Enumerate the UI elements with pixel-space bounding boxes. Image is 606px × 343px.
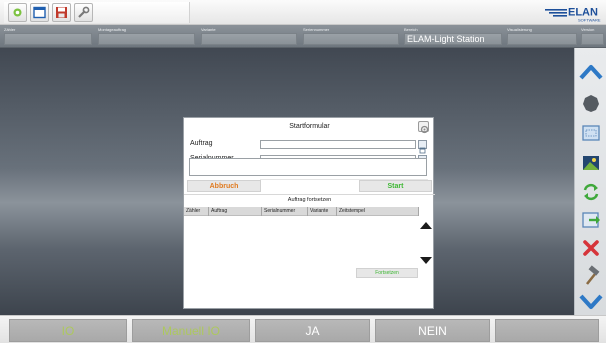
resume-table-header: Zähler Auftrag Serialnummer Variante Zei… [184,207,419,216]
info-field-bereich: Bereich ELAM-Light Station [404,27,502,46]
info-label: Bereich [404,27,418,32]
info-value: ELAM-Light Station [404,33,502,45]
scroll-up-arrow[interactable] [419,219,433,232]
gear-icon[interactable] [418,121,429,134]
screen-layout-icon[interactable] [578,121,604,145]
info-field-variante: Variante [201,27,297,46]
refresh-icon[interactable] [8,3,27,22]
info-label: Zähler [4,27,16,32]
info-value [303,33,399,45]
info-label: Montageauftrag [98,27,127,32]
info-label: Seriennummer [303,27,330,32]
image-icon[interactable] [578,151,604,175]
scroll-down-arrow[interactable] [419,254,433,267]
info-label: Visualisierung [507,27,532,32]
dialog-title: Startformular [289,123,330,130]
top-toolbar: ELAN SOFTWARE [0,0,606,25]
column-header: Serialnummer [262,207,308,216]
info-label: Version [581,27,595,32]
io-button[interactable]: IO [9,319,127,342]
right-sidebar [574,48,606,315]
hammer-icon[interactable] [578,264,604,288]
scroll-down-icon[interactable] [578,289,604,313]
elan-logo: ELAN SOFTWARE [545,3,603,23]
logo-subtext: SOFTWARE [578,18,601,23]
window-icon[interactable] [30,3,49,22]
info-field-montageauftrag: Montageauftrag [98,27,195,46]
column-header: Variante [308,207,337,216]
info-value [201,33,297,45]
info-field-zaehler: Zähler [4,27,92,46]
auftrag-input[interactable] [260,140,416,149]
column-header: Zeitstempel [337,207,419,216]
note-input[interactable] [189,158,427,176]
wrench-icon[interactable] [74,3,93,22]
info-field-seriennummer: Seriennummer [303,27,399,46]
info-header: Zähler Montageauftrag Variante Seriennum… [0,25,606,48]
info-field-visualisierung: Visualisierung [507,27,577,46]
auftrag-lookup-icon[interactable] [418,140,427,154]
column-header: Zähler [184,207,209,216]
yes-button[interactable]: JA [255,319,370,342]
info-field-version: Version [581,27,604,46]
toolbar-group [4,2,190,23]
scroll-up-icon[interactable] [578,61,604,85]
start-form-dialog: Startformular Auftrag Serialnummer Varia… [183,117,435,309]
save-icon[interactable] [52,3,71,22]
continue-button[interactable]: Fortsetzen [356,268,418,278]
start-button[interactable]: Start [359,180,432,192]
manual-io-button[interactable]: Manuell IO [132,319,250,342]
delete-icon[interactable] [578,236,604,260]
resume-section-title: Auftrag fortsetzen [287,197,332,203]
info-value [4,33,92,45]
export-icon[interactable] [578,208,604,232]
auftrag-label: Auftrag [190,140,213,147]
column-header: Auftrag [209,207,262,216]
cancel-button[interactable]: Abbruch [187,180,261,192]
refresh-arrows-icon[interactable] [578,180,604,204]
stop-icon[interactable] [578,91,604,115]
no-button[interactable]: NEIN [375,319,490,342]
info-value [507,33,577,45]
bottom-action-bar: IO Manuell IO JA NEIN [0,315,606,343]
divider [184,194,435,195]
info-label: Variante [201,27,216,32]
extra-button[interactable] [495,319,599,342]
info-value [98,33,195,45]
info-value [581,33,604,45]
